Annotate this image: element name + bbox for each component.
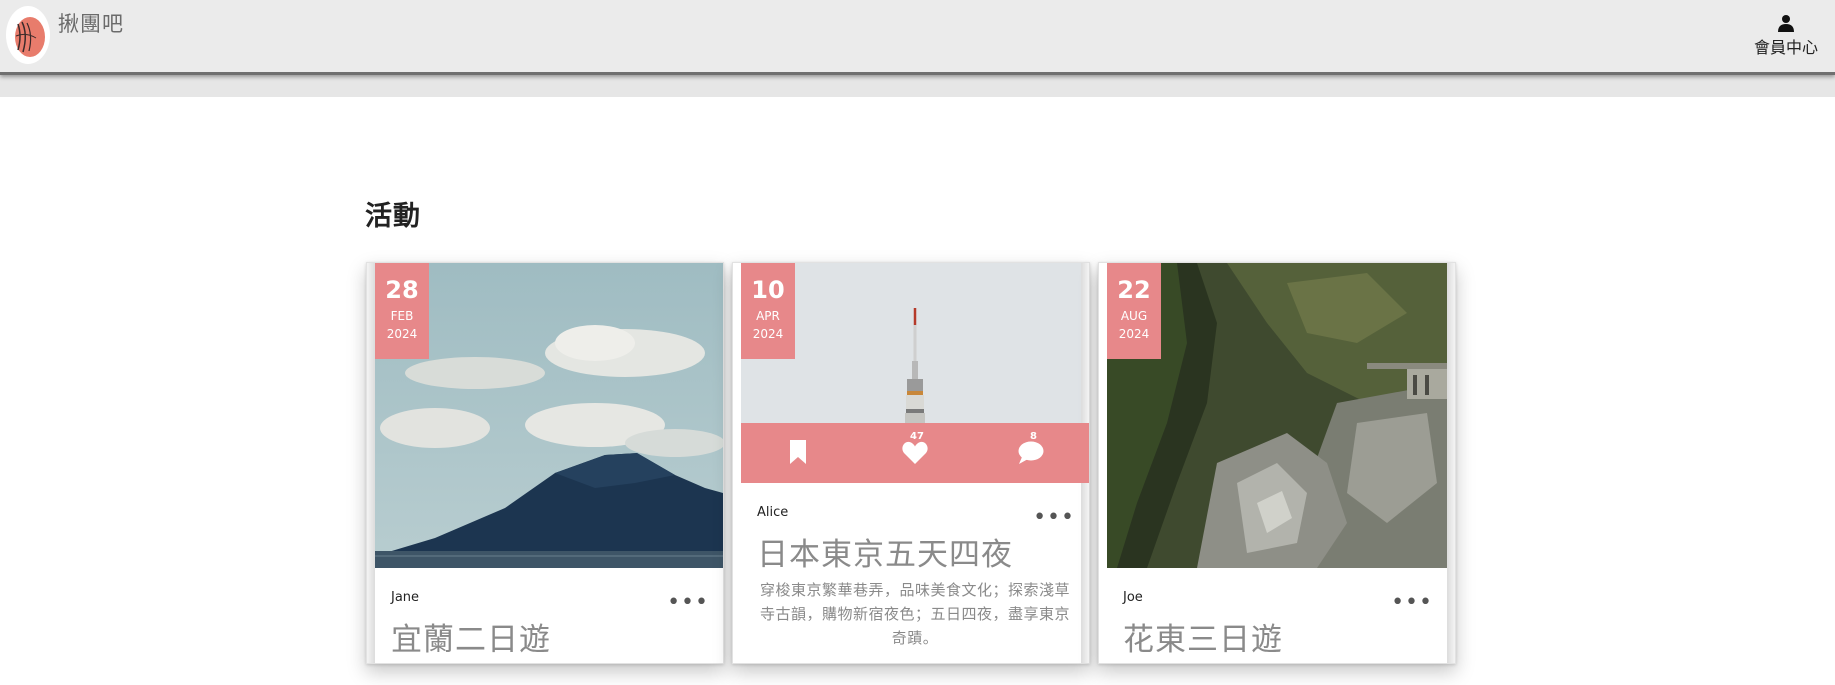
date-badge: 22 AUG 2024 [1107, 263, 1161, 359]
date-day: 22 [1117, 276, 1151, 304]
date-year: 2024 [1118, 327, 1150, 341]
card-body: Jane ••• 宜蘭二日遊 [375, 568, 723, 663]
card-author[interactable]: Joe [1123, 590, 1143, 605]
header-subbar [0, 75, 1835, 97]
activity-card[interactable]: 28 FEB 2024 Jane ••• 宜蘭二日遊 [366, 262, 724, 664]
date-month: AUG [1120, 309, 1148, 323]
card-description: 穿梭東京繁華巷弄，品味美食文化；探索淺草寺古韻，購物新宿夜色；五日四夜，盡享東京… [759, 581, 1070, 647]
date-year: 2024 [386, 327, 418, 341]
activity-card[interactable]: 22 AUG 2024 Joe ••• 花東三日遊 [1098, 262, 1456, 664]
card-action-bar: 47 8 [741, 423, 1089, 483]
like-button[interactable]: 47 [857, 423, 973, 483]
card-author[interactable]: Jane [391, 590, 419, 605]
date-day: 28 [385, 276, 419, 304]
user-icon [1778, 15, 1794, 32]
logo-icon[interactable] [6, 6, 50, 64]
card-body: Joe ••• 花東三日遊 [1107, 568, 1447, 663]
card-edge [1447, 263, 1455, 663]
more-options-icon[interactable]: ••• [667, 592, 709, 614]
activity-card[interactable]: 10 APR 2024 47 8 Alice ••• 日本東京五天四夜 穿梭東京… [732, 262, 1090, 664]
card-edge [367, 263, 375, 663]
brand-name[interactable]: 揪團吧 [58, 8, 124, 38]
heart-icon [902, 441, 928, 464]
member-center-label: 會員中心 [1753, 38, 1818, 57]
comment-button[interactable]: 8 [973, 423, 1089, 483]
bookmark-button[interactable] [741, 423, 857, 483]
date-month: FEB [390, 309, 414, 323]
section-title: 活動 [365, 201, 421, 232]
more-options-icon[interactable]: ••• [1391, 592, 1433, 614]
date-month: APR [756, 309, 780, 323]
date-day: 10 [751, 276, 785, 304]
more-options-icon[interactable]: ••• [1033, 507, 1075, 529]
date-badge: 10 APR 2024 [741, 263, 795, 359]
date-year: 2024 [752, 327, 784, 341]
comment-icon [1018, 441, 1044, 464]
date-badge: 28 FEB 2024 [375, 263, 429, 359]
top-navbar: 揪團吧 會員中心 [0, 0, 1835, 75]
member-center-button[interactable]: 會員中心 [1751, 14, 1821, 58]
card-title[interactable]: 日本東京五天四夜 [757, 529, 1013, 574]
card-body: Alice ••• 日本東京五天四夜 穿梭東京繁華巷弄，品味美食文化；探索淺草寺… [741, 483, 1089, 663]
card-author[interactable]: Alice [757, 505, 788, 520]
card-title[interactable]: 宜蘭二日遊 [391, 614, 551, 659]
bookmark-icon [790, 440, 806, 464]
card-title[interactable]: 花東三日遊 [1123, 614, 1283, 659]
